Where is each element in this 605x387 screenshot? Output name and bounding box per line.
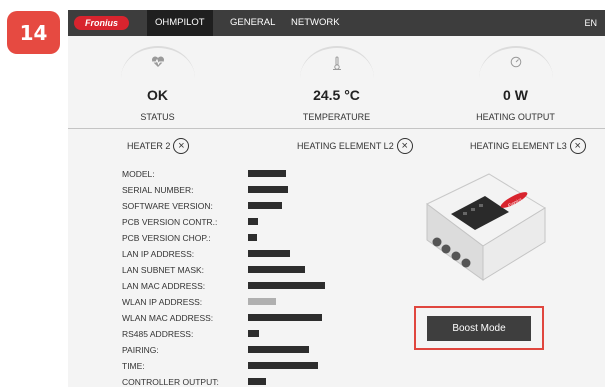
redacted-value: [248, 314, 322, 321]
tab-ohmpilot[interactable]: OHMPILOT: [147, 10, 213, 36]
heating-output-column: 0 W HEATING OUTPUT: [426, 36, 605, 128]
redacted-value: [248, 298, 276, 305]
temperature-label: TEMPERATURE: [302, 112, 371, 122]
info-label: MODEL:: [122, 169, 155, 179]
redacted-value: [248, 346, 309, 353]
ohmpilot-web-interface: Fronius OHMPILOT GENERAL NETWORK EN OK S…: [68, 10, 605, 387]
info-label: LAN IP ADDRESS:: [122, 249, 195, 259]
info-row: PCB VERSION CONTR.:: [122, 214, 382, 230]
heating-output-value: 0 W: [503, 87, 528, 103]
redacted-value: [248, 186, 288, 193]
info-row: PCB VERSION CHOP.:: [122, 230, 382, 246]
heater-2-item: HEATER 2 ×: [127, 136, 190, 156]
heater-label: HEATER 2: [127, 141, 171, 151]
info-row: TIME:: [122, 358, 382, 374]
redacted-value: [248, 330, 259, 337]
top-navigation-bar: Fronius OHMPILOT GENERAL NETWORK EN: [68, 10, 605, 36]
redacted-value: [248, 250, 290, 257]
tab-general[interactable]: GENERAL: [222, 10, 283, 36]
status-label: STATUS: [140, 112, 175, 122]
redacted-value: [248, 378, 266, 385]
language-selector[interactable]: EN: [584, 10, 597, 36]
redacted-value: [248, 282, 325, 289]
temperature-column: 24.5 °C TEMPERATURE: [247, 36, 426, 128]
redacted-value: [248, 362, 318, 369]
info-label: LAN MAC ADDRESS:: [122, 281, 206, 291]
thermometer-icon: [247, 56, 426, 73]
info-label: LAN SUBNET MASK:: [122, 265, 205, 275]
info-label: WLAN MAC ADDRESS:: [122, 313, 214, 323]
info-row: WLAN MAC ADDRESS:: [122, 310, 382, 326]
info-row: MODEL:: [122, 166, 382, 182]
heating-element-l2-item: HEATING ELEMENT L2 ×: [297, 136, 413, 156]
tab-network[interactable]: NETWORK: [283, 10, 348, 36]
close-icon[interactable]: ×: [173, 138, 190, 154]
step-number-badge: 14: [7, 11, 60, 54]
info-label: PCB VERSION CHOP.:: [122, 233, 211, 243]
section-divider: [68, 128, 605, 129]
info-label: RS485 ADDRESS:: [122, 329, 194, 339]
gauge-icon: [426, 56, 605, 71]
info-row: WLAN IP ADDRESS:: [122, 294, 382, 310]
info-label: PCB VERSION CONTR.:: [122, 217, 218, 227]
info-row: RS485 ADDRESS:: [122, 326, 382, 342]
info-row: SERIAL NUMBER:: [122, 182, 382, 198]
boost-mode-button[interactable]: Boost Mode: [427, 316, 531, 341]
info-row: LAN SUBNET MASK:: [122, 262, 382, 278]
redacted-value: [248, 202, 282, 209]
fronius-logo: Fronius: [74, 16, 129, 30]
redacted-value: [248, 218, 258, 225]
info-label: PAIRING:: [122, 345, 159, 355]
info-label: CONTROLLER OUTPUT:: [122, 377, 219, 387]
info-row: PAIRING:: [122, 342, 382, 358]
temperature-value: 24.5 °C: [313, 87, 360, 103]
heating-element-l3-item: HEATING ELEMENT L3 ×: [470, 136, 586, 156]
info-label: WLAN IP ADDRESS:: [122, 297, 203, 307]
status-value: OK: [147, 87, 168, 103]
heater-label: HEATING ELEMENT L3: [470, 141, 567, 151]
close-icon[interactable]: ×: [396, 138, 413, 154]
info-label: TIME:: [122, 361, 145, 371]
heating-output-label: HEATING OUTPUT: [476, 112, 555, 122]
info-row: LAN MAC ADDRESS:: [122, 278, 382, 294]
heater-label: HEATING ELEMENT L2: [297, 141, 394, 151]
ohmpilot-device-image: Fronius: [426, 173, 546, 281]
info-row: SOFTWARE VERSION:: [122, 198, 382, 214]
close-icon[interactable]: ×: [569, 138, 586, 154]
info-row: LAN IP ADDRESS:: [122, 246, 382, 262]
info-label: SERIAL NUMBER:: [122, 185, 194, 195]
redacted-value: [248, 266, 305, 273]
info-row: CONTROLLER OUTPUT:: [122, 374, 382, 387]
redacted-value: [248, 170, 286, 177]
redacted-value: [248, 234, 257, 241]
status-column: OK STATUS: [68, 36, 247, 128]
info-label: SOFTWARE VERSION:: [122, 201, 213, 211]
heart-pulse-icon: [68, 56, 247, 71]
